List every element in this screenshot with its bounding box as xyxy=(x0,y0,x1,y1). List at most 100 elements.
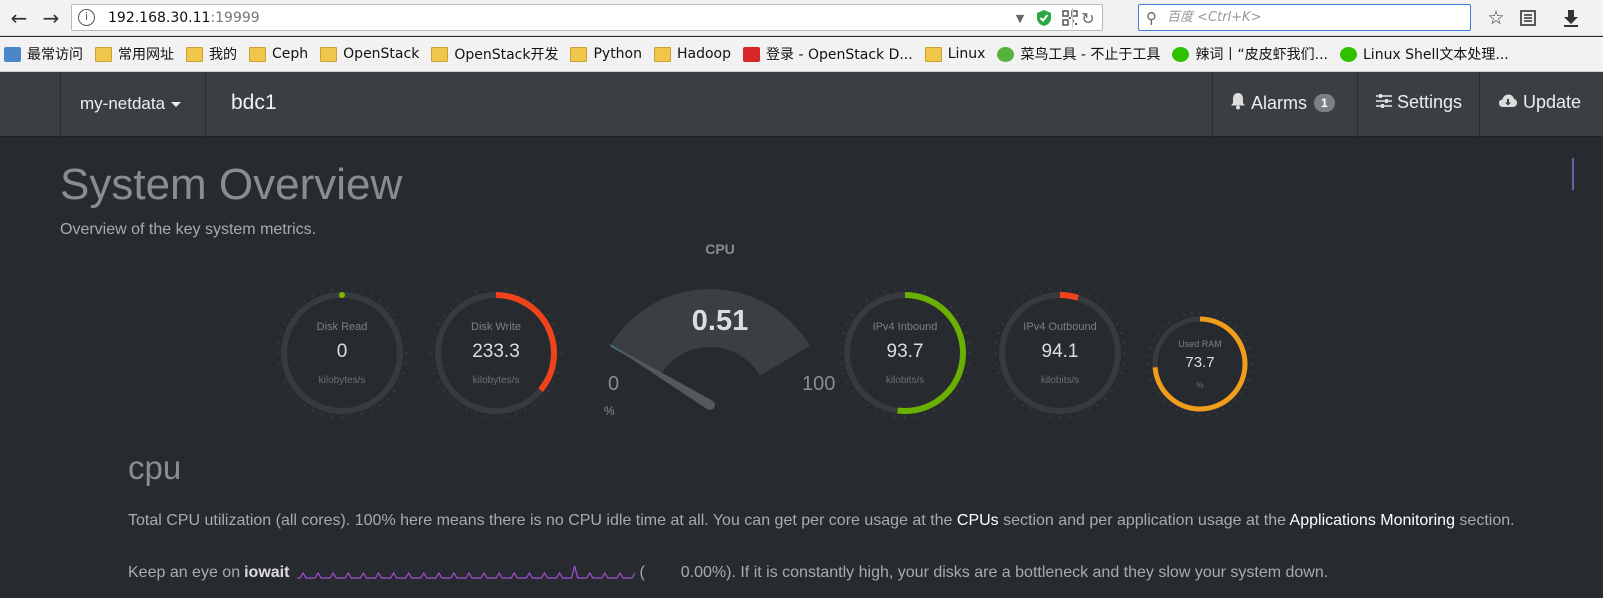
bookmark-item[interactable]: Linux Shell文本处理... xyxy=(1336,41,1513,67)
download-icon[interactable] xyxy=(1557,4,1585,32)
bookmark-label: 我的 xyxy=(209,47,237,63)
bookmark-item[interactable]: 最常访问 xyxy=(0,41,87,67)
desc-text: section. xyxy=(1454,512,1515,529)
gauge-value: 94.1 xyxy=(1041,341,1079,362)
ipv4-inbound-gauge[interactable]: IPv4 Inbound 93.7 kilobits/s xyxy=(835,283,975,423)
gauge-tick xyxy=(456,299,460,303)
gauge-tick xyxy=(1006,313,1010,317)
runoob-icon xyxy=(997,46,1015,62)
gauge-tick xyxy=(1020,299,1024,303)
gauge-tick xyxy=(386,305,390,309)
bookmark-label: 辣词丨“皮皮虾我们... xyxy=(1195,47,1328,63)
settings-button[interactable]: Settings xyxy=(1376,92,1462,113)
bookmark-item[interactable]: Python xyxy=(566,41,646,67)
bookmark-item[interactable]: 登录 - OpenStack D... xyxy=(739,41,917,67)
url-text[interactable]: 192.168.30.11:19999 xyxy=(108,10,260,26)
gauge-tick xyxy=(1029,408,1032,413)
bookmark-label: 常用网址 xyxy=(118,47,174,63)
gauge-tick xyxy=(532,299,536,303)
bookmark-item[interactable]: 常用网址 xyxy=(91,41,178,67)
gauge-tick xyxy=(1222,316,1225,320)
gauge-tick xyxy=(514,412,517,416)
bookmark-item[interactable]: 我的 xyxy=(182,41,241,67)
gauge-fill xyxy=(339,292,345,298)
gauge-tick xyxy=(923,290,926,294)
gauge-tick xyxy=(1078,290,1081,294)
bookmark-label: Linux Shell文本处理... xyxy=(1363,47,1509,63)
used-ram-gauge[interactable]: Used RAM 73.7% xyxy=(1143,307,1257,421)
bookmark-item[interactable]: Hadoop xyxy=(650,41,735,67)
gauge-tick xyxy=(1020,403,1024,407)
cpus-link[interactable]: CPUs xyxy=(957,512,999,529)
gauge-tick xyxy=(1012,397,1016,401)
bookmark-item[interactable]: Ceph xyxy=(245,41,312,67)
desc-text: ). If it is constantly high, your disks … xyxy=(726,564,1329,581)
gauge-tick xyxy=(370,293,373,298)
brand-dropdown[interactable]: my-netdata xyxy=(80,94,182,114)
gauge-unit: kilobits/s xyxy=(1040,375,1080,387)
applications-monitoring-link[interactable]: Applications Monitoring xyxy=(1290,512,1455,529)
nav-divider xyxy=(1479,72,1480,137)
gauge-tick xyxy=(294,397,298,401)
dropdown-icon[interactable]: ▼ xyxy=(1010,8,1030,28)
hostname: bdc1 xyxy=(231,91,277,114)
brand-label: my-netdata xyxy=(80,94,166,113)
gauge-tick xyxy=(294,305,298,309)
gauge-tick xyxy=(884,412,887,416)
disk-read-gauge[interactable]: Disk Read 0 kilobytes/s xyxy=(272,283,412,423)
folder-icon xyxy=(570,46,588,62)
gauge-tick xyxy=(1039,412,1042,416)
bookmark-label: Hadoop xyxy=(677,46,732,62)
gauge-tick xyxy=(524,408,527,413)
url-bar[interactable]: i 192.168.30.11:19999 ▼ ↻ xyxy=(71,4,1103,31)
ipv4-outbound-gauge[interactable]: IPv4 Outbound 94.1 kilobits/s xyxy=(990,283,1130,423)
openstack-icon xyxy=(743,46,761,62)
bookmark-label: 最常访问 xyxy=(27,47,83,63)
gauge-tick xyxy=(360,412,363,416)
iowait-sparkline[interactable] xyxy=(297,563,636,583)
gauge-tick xyxy=(433,371,437,374)
alarms-button[interactable]: Alarms 1 xyxy=(1230,92,1335,114)
shield-icon[interactable] xyxy=(1034,8,1054,28)
cpu-gauge-title: CPU xyxy=(705,241,735,257)
info-icon[interactable]: i xyxy=(78,9,95,26)
reading-list-icon[interactable] xyxy=(1514,4,1542,32)
forward-icon[interactable]: → xyxy=(36,4,66,32)
cpu-gauge[interactable]: CPU 0.51 0 100 % xyxy=(590,237,850,427)
gauge-tick xyxy=(941,403,945,407)
bookmark-item[interactable]: Linux xyxy=(921,41,990,67)
wechat-icon xyxy=(1340,46,1357,62)
bookmark-star-icon[interactable]: ☆ xyxy=(1482,4,1510,32)
bookmark-item[interactable]: 辣词丨“皮皮虾我们... xyxy=(1168,41,1332,67)
bookmark-item[interactable]: 菜鸟工具 - 不止于工具 xyxy=(993,41,1164,67)
reload-icon[interactable]: ↻ xyxy=(1078,8,1098,28)
qrcode-icon[interactable] xyxy=(1060,8,1080,28)
bookmark-label: OpenStack开发 xyxy=(454,47,559,63)
gauge-tick xyxy=(1168,404,1172,408)
gauge-tick xyxy=(949,397,953,401)
bookmark-label: Linux xyxy=(947,46,986,62)
gauge-tick xyxy=(288,313,292,317)
search-input[interactable] xyxy=(1167,7,1457,28)
gauge-tick xyxy=(442,313,446,317)
update-button[interactable]: Update xyxy=(1498,92,1581,113)
gauge-tick xyxy=(546,389,550,393)
gauge-tick xyxy=(1104,305,1108,309)
gauge-tick xyxy=(1110,389,1114,393)
url-host: 192.168.30.11 xyxy=(108,10,211,26)
back-icon[interactable]: ← xyxy=(4,4,34,32)
gauge-tick xyxy=(514,290,517,294)
gauge-tick xyxy=(555,371,559,374)
search-box[interactable]: ⚲ xyxy=(1138,4,1471,31)
gauge-tick xyxy=(1039,290,1042,294)
gauge-tick xyxy=(1096,403,1100,407)
bookmark-item[interactable]: OpenStack xyxy=(316,41,423,67)
bookmark-item[interactable]: OpenStack开发 xyxy=(427,41,562,67)
page-subtitle: Overview of the key system metrics. xyxy=(60,221,317,238)
gauge-tick xyxy=(1222,408,1225,412)
disk-write-gauge[interactable]: Disk Write 233.3 kilobytes/s xyxy=(426,283,566,423)
desc-text: Total CPU utilization (all cores). 100% … xyxy=(128,512,957,529)
gauge-tick xyxy=(311,408,314,413)
gauge-tick xyxy=(1012,305,1016,309)
nav-divider xyxy=(60,72,61,137)
